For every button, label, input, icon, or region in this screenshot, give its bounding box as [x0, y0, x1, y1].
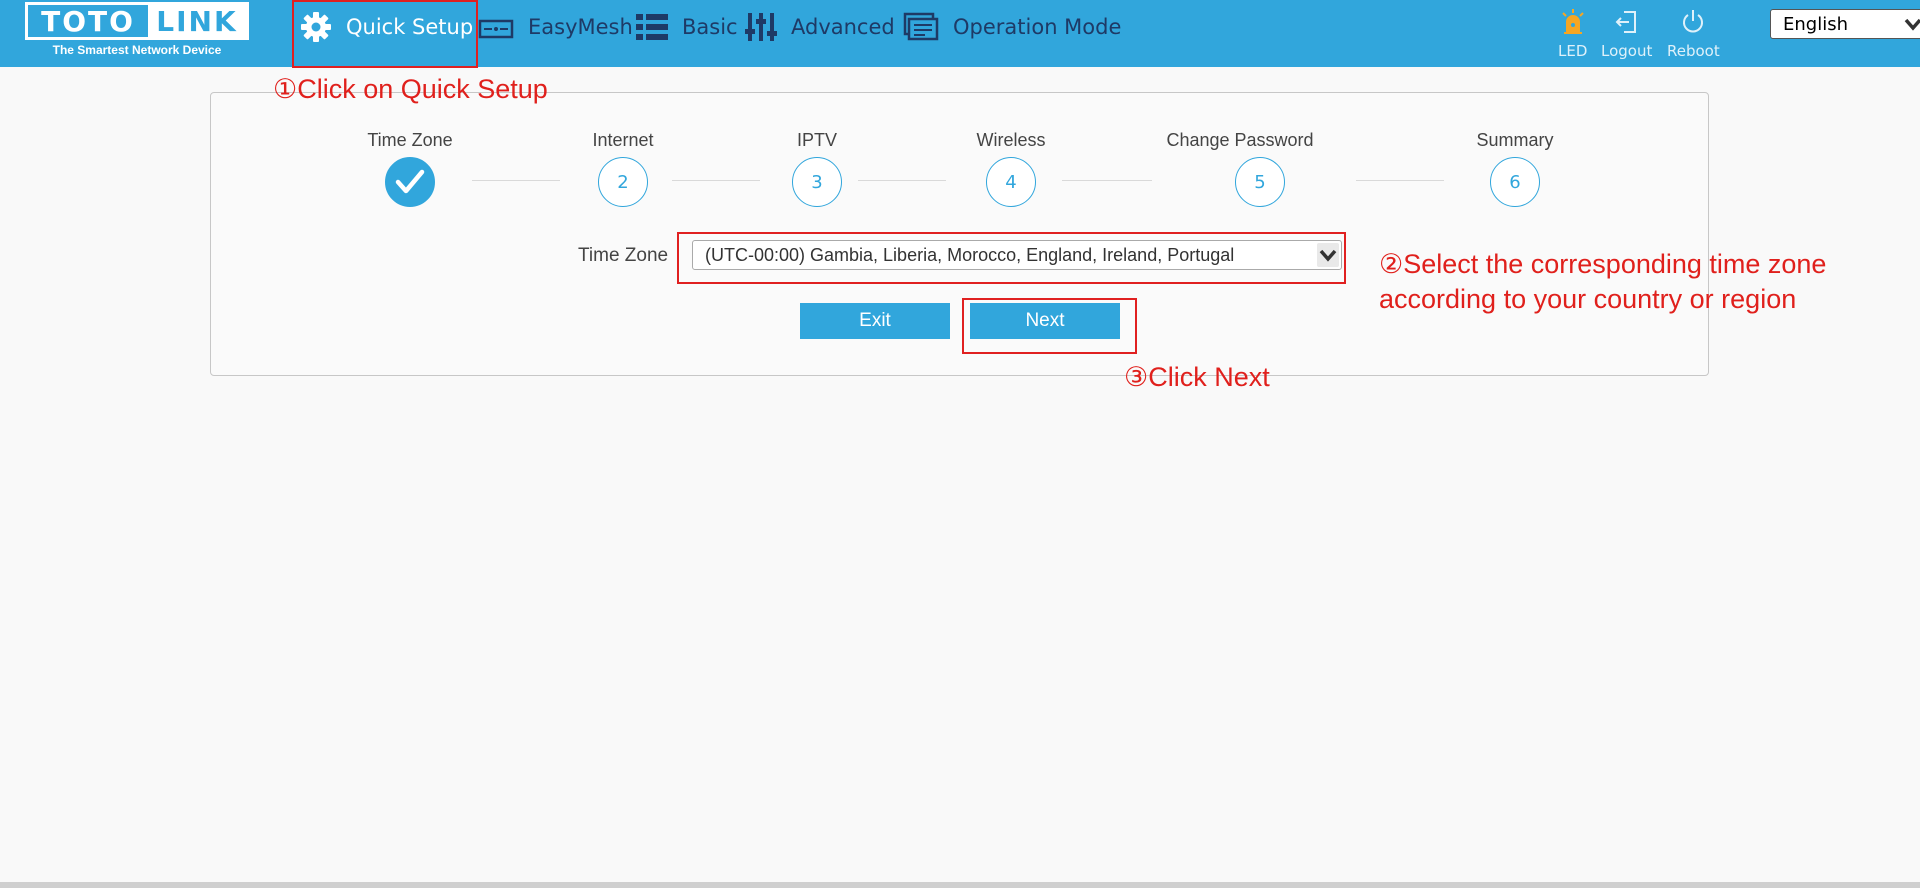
step-label-summary: Summary — [1476, 130, 1554, 150]
top-navigation-bar: TOTO LINK The Smartest Network Device Qu… — [0, 0, 1920, 67]
highlight-time-zone — [677, 232, 1346, 284]
step-label-wireless: Wireless — [976, 130, 1046, 150]
step-connector — [672, 180, 760, 181]
annotation-step-2-line-1: ②Select the corresponding time zone — [1379, 249, 1827, 279]
nav-easymesh[interactable]: EasyMesh — [478, 0, 633, 54]
led-icon — [1561, 9, 1584, 34]
step-circle-summary: 6 — [1490, 157, 1540, 207]
reboot-button[interactable]: Reboot — [1667, 8, 1720, 60]
nav-advanced[interactable]: Advanced — [745, 0, 895, 54]
checkmark-icon — [395, 169, 425, 194]
language-value: English — [1783, 13, 1848, 35]
led-button[interactable]: LED — [1558, 8, 1587, 60]
nav-basic[interactable]: Basic — [636, 0, 738, 54]
logo-text-left: TOTO — [41, 4, 135, 38]
totolink-logo[interactable]: TOTO LINK — [25, 2, 249, 40]
step-label-internet: Internet — [592, 130, 654, 150]
step-circle-wireless: 4 — [986, 157, 1036, 207]
nav-label: Advanced — [791, 15, 895, 39]
power-icon — [1683, 10, 1704, 33]
annotation-step-2-line-2: according to your country or region — [1379, 284, 1797, 314]
list-icon — [636, 14, 668, 40]
step-circle-internet: 2 — [598, 157, 648, 207]
nav-operation-mode[interactable]: Operation Mode — [903, 0, 1121, 54]
step-connector — [1356, 180, 1444, 181]
step-connector — [472, 180, 560, 181]
exit-button[interactable]: Exit — [800, 303, 950, 339]
step-circle-iptv: 3 — [792, 157, 842, 207]
tool-label: LED — [1558, 42, 1588, 60]
nav-label: Operation Mode — [953, 15, 1122, 39]
router-icon — [478, 19, 514, 39]
step-label-iptv: IPTV — [796, 130, 837, 150]
chevron-down-icon — [1903, 13, 1920, 35]
logo-text-right: LINK — [148, 5, 246, 38]
step-connector — [858, 180, 946, 181]
logo-tagline: The Smartest Network Device — [52, 43, 222, 57]
logout-button[interactable]: Logout — [1601, 8, 1652, 60]
highlight-quick-setup — [292, 0, 478, 68]
annotation-step-3: ③Click Next — [1124, 362, 1270, 392]
tool-label: Logout — [1601, 42, 1653, 60]
highlight-next — [962, 298, 1137, 354]
layers-icon — [903, 12, 939, 41]
language-select[interactable]: English — [1770, 9, 1920, 39]
step-connector — [1062, 180, 1152, 181]
step-label-change-password: Change Password — [1166, 130, 1314, 150]
annotation-step-1: ①Click on Quick Setup — [273, 74, 548, 104]
time-zone-label: Time Zone — [578, 245, 669, 266]
bottom-border — [0, 882, 1920, 888]
step-label-time-zone: Time Zone — [367, 130, 453, 150]
nav-label: Basic — [682, 15, 738, 39]
step-circle-time-zone — [385, 157, 435, 207]
sliders-icon — [745, 13, 777, 41]
nav-label: EasyMesh — [528, 15, 633, 39]
step-circle-change-password: 5 — [1235, 157, 1285, 207]
logout-icon — [1615, 11, 1636, 33]
tool-label: Reboot — [1667, 42, 1720, 60]
